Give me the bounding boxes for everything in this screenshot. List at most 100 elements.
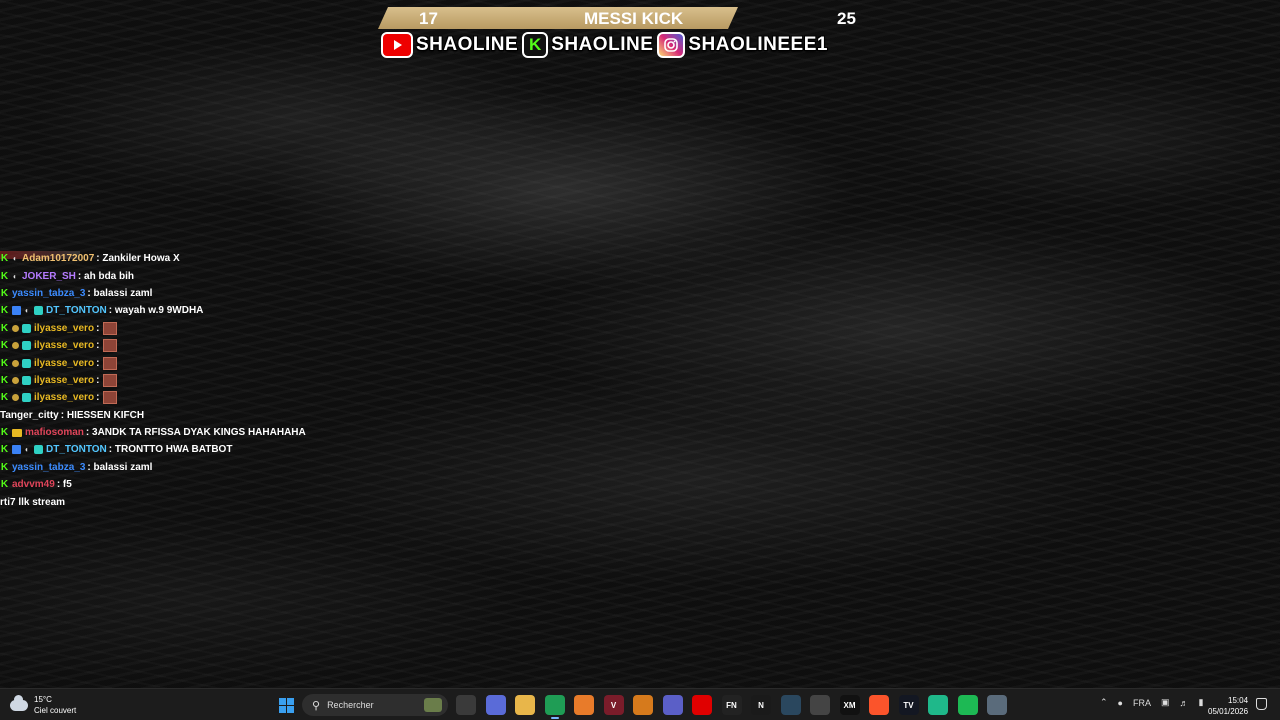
chat-username[interactable]: ilyasse_vero (34, 392, 94, 403)
chat-username[interactable]: ilyasse_vero (34, 323, 94, 334)
chat-username[interactable]: ilyasse_vero (34, 358, 94, 369)
social-youtube: SHAOLINE (381, 32, 518, 58)
chat-message: Kyassin_tabza_3: balassi zaml (0, 459, 320, 476)
chat-username[interactable]: DT_TONTON (46, 305, 107, 316)
chat-message: K ◖ JOKER_SH: ah bda bih (0, 267, 320, 284)
gift-badge-icon (22, 393, 31, 403)
chat-message: K ◖ DT_TONTON: wayah w.9 9WDHA (0, 302, 320, 319)
kick-badge-icon: K (0, 340, 9, 352)
chevron-up-icon[interactable]: ⌃ (1100, 697, 1108, 708)
language-indicator[interactable]: FRA (1133, 698, 1151, 708)
tradingview-icon[interactable]: TV (898, 695, 919, 715)
chat-username[interactable]: Adam10172007 (22, 253, 94, 264)
gift-badge-icon (22, 375, 31, 385)
cloud-icon (10, 694, 28, 711)
clock-time: 15:04 (1228, 696, 1249, 705)
kick-badge-icon: K (0, 270, 9, 282)
chat-username[interactable]: DT_TONTON (46, 444, 107, 455)
social-handles: SHAOLINE K SHAOLINE SHAOLINEEE1 (381, 31, 828, 59)
moon-badge-icon: ◖ (12, 254, 17, 264)
chat-emote (103, 339, 118, 353)
moon-badge-icon: ◖ (12, 271, 17, 281)
chat-text: : f5 (56, 479, 72, 491)
clock-date: 05/01/2026 (1208, 707, 1249, 716)
settings-icon[interactable] (987, 695, 1007, 715)
social-instagram: SHAOLINEEE1 (657, 32, 828, 58)
chat-username[interactable]: yassin_tabza_3 (12, 288, 85, 299)
settings-gear-icon[interactable] (810, 695, 830, 715)
steam-icon[interactable] (780, 695, 801, 715)
chrome-icon[interactable] (544, 695, 565, 719)
search-highlight-icon (424, 698, 442, 712)
xm-icon[interactable]: XM (839, 695, 860, 715)
chat-username[interactable]: mafiosoman (25, 427, 84, 438)
file-explorer-icon[interactable] (515, 695, 535, 715)
chat-emote (103, 391, 118, 405)
youtube-icon (381, 32, 413, 58)
kick-badge-icon: K (0, 287, 9, 299)
chat-overlay: K ◖ Adam10172007: Zankiler Howa X K ◖ JOKER_S… (0, 250, 320, 511)
chat-text: : Zankiler Howa X (96, 253, 180, 265)
microphone-icon[interactable]: ● (1118, 698, 1123, 708)
chat-text: : (96, 392, 100, 404)
chat-username[interactable]: JOKER_SH (22, 271, 76, 282)
start-button[interactable] (279, 698, 294, 713)
chat-emote (103, 356, 118, 370)
kick-badge-icon: K (0, 374, 9, 386)
youtube-icon[interactable] (692, 695, 712, 715)
kick-badge-icon: K (0, 253, 9, 265)
kick-badge-icon: K (0, 479, 9, 491)
moon-badge-icon: ◖ (24, 445, 29, 455)
kick-handle: SHAOLINE (551, 34, 654, 55)
instagram-icon (657, 32, 686, 58)
gift-badge-icon (34, 306, 43, 316)
chat-text: : 3ANDK TA RFISSA DYAK KINGS HAHAHAHA (85, 427, 306, 439)
notification-bell-icon[interactable] (1256, 698, 1267, 710)
chat-message: Kilyasse_vero: (0, 389, 320, 406)
chat-username[interactable]: Tanger_citty (0, 410, 59, 421)
teams-icon[interactable] (662, 695, 683, 715)
kick-icon: K (522, 32, 549, 58)
spotify-icon[interactable] (957, 695, 978, 715)
netflix-icon[interactable]: N (751, 695, 771, 715)
chat-text: : (96, 340, 100, 352)
clock[interactable]: 15:04 05/01/2026 (1208, 695, 1248, 717)
chat-username[interactable]: ilyasse_vero (34, 340, 94, 351)
kick-badge-icon: K (0, 461, 9, 473)
fn-icon[interactable]: FN (721, 695, 742, 715)
kick-badge-icon: K (0, 427, 9, 439)
instagram-handle: SHAOLINEEE1 (688, 34, 828, 55)
score-right: 25 (837, 9, 856, 28)
weather-description: Ciel couvert (34, 706, 77, 715)
weather-widget[interactable]: 15°C Ciel couvert (10, 694, 76, 716)
brave-like-icon[interactable] (633, 695, 653, 715)
volume-icon[interactable]: ♬ (1180, 698, 1189, 708)
overlay-title: MESSI KICK (584, 9, 684, 28)
battery-icon[interactable]: ▮ (1199, 697, 1204, 708)
chat-text: : wayah w.9 9WDHA (108, 305, 204, 317)
chat-text: : TRONTTO HWA BATBOT (108, 444, 233, 456)
chat-username[interactable]: advvm49 (12, 479, 55, 490)
network-icon[interactable]: ▣ (1161, 697, 1170, 708)
chat-message: Kadvvm49: f5 (0, 476, 320, 493)
social-kick: K SHAOLINE (522, 32, 653, 58)
copilot-icon[interactable] (485, 695, 506, 715)
chat-username[interactable]: yassin_tabza_3 (12, 462, 85, 473)
gift-badge-icon (22, 358, 31, 368)
task-view-icon[interactable] (456, 695, 476, 715)
app-green-icon[interactable] (928, 695, 948, 715)
app-triangle-icon[interactable] (574, 695, 594, 715)
search-placeholder: Rechercher (327, 700, 374, 710)
kick-badge-icon: K (0, 392, 9, 404)
pinned-apps: V FN N XM TV (456, 695, 1007, 719)
chat-username[interactable]: ilyasse_vero (34, 375, 94, 386)
chat-emote (103, 373, 118, 387)
subscriber-badge-icon (12, 445, 21, 455)
gift-badge-icon (22, 323, 31, 333)
brave-icon[interactable] (869, 695, 889, 715)
search-box[interactable]: ⚲ Rechercher (302, 694, 448, 716)
chat-message: Kilyasse_vero: (0, 337, 320, 354)
crown-badge-icon (12, 428, 22, 437)
app-v-icon[interactable]: V (603, 695, 624, 715)
chat-text: : balassi zaml (87, 287, 153, 299)
